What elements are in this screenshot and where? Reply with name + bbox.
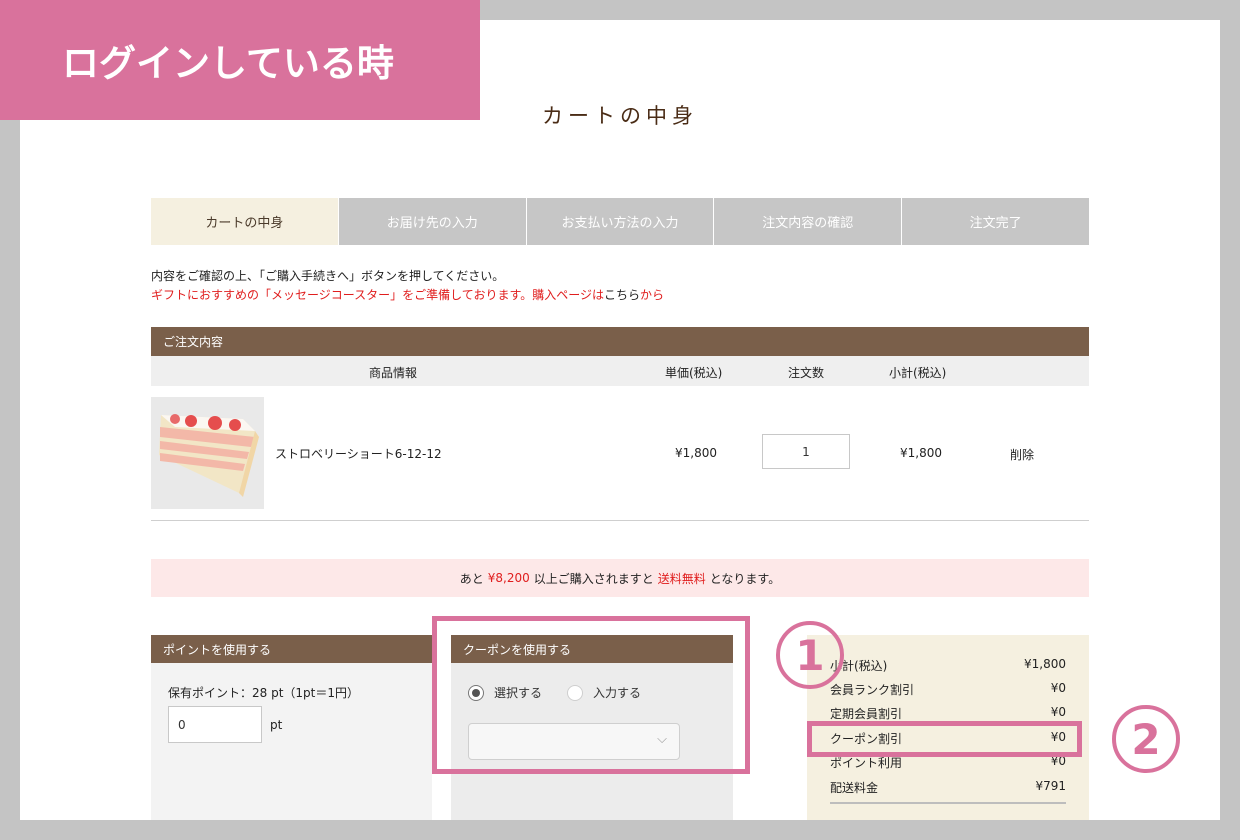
gift-notice: ギフトにおすすめの「メッセージコースター」をご準備しております。購入ページはこち… — [151, 286, 664, 305]
summary-row-subscription-discount: 定期会員割引 ¥0 — [830, 705, 1066, 722]
order-section-header: ご注文内容 — [151, 327, 1089, 356]
product-name[interactable]: ストロベリーショート6-12-12 — [275, 445, 442, 462]
cake-icon — [151, 397, 264, 509]
notice-suffix: となります。 — [709, 571, 781, 586]
coupon-highlight-frame — [432, 616, 750, 774]
points-header: ポイントを使用する — [151, 635, 432, 663]
step-cart: カートの中身 — [151, 198, 338, 245]
quantity-input[interactable] — [762, 434, 850, 469]
login-state-banner: ログインしている時 — [0, 0, 480, 120]
summary-row-shipping: 配送料金 ¥791 — [830, 779, 1066, 796]
col-product: 商品情報 — [369, 366, 418, 380]
gift-notice-text: ギフトにおすすめの「メッセージコースター」をご準備しております。購入ページは — [151, 288, 605, 302]
notice-prefix: あと — [459, 571, 484, 586]
summary-row-rank-discount: 会員ランク割引 ¥0 — [830, 681, 1066, 698]
summary-value: ¥0 — [1050, 705, 1066, 719]
product-image[interactable] — [151, 397, 264, 509]
free-shipping-notice: あと ¥8,200 以上ご購入されますと 送料無料 となります。 — [151, 559, 1089, 597]
summary-divider — [830, 802, 1066, 804]
step-order-complete: 注文完了 — [901, 198, 1089, 245]
col-unit-price: 単価(税込) — [665, 366, 723, 380]
points-unit: pt — [270, 718, 283, 732]
cart-page: カートの中身 カートの中身 お届け先の入力 お支払い方法の入力 注文内容の確認 … — [20, 20, 1220, 820]
order-table-header: 商品情報 単価(税込) 注文数 小計(税込) — [151, 356, 1089, 386]
step-shipping-address: お届け先の入力 — [337, 198, 526, 245]
checkout-steps: カートの中身 お届け先の入力 お支払い方法の入力 注文内容の確認 注文完了 — [151, 198, 1089, 245]
product-subtotal: ¥1,800 — [900, 446, 942, 460]
summary-value: ¥1,800 — [1024, 657, 1066, 671]
callout-number-2: 2 — [1112, 705, 1180, 773]
product-unit-price: ¥1,800 — [675, 446, 717, 460]
coupon-discount-highlight-frame — [807, 721, 1082, 757]
col-subtotal: 小計(税込) — [889, 366, 947, 380]
gift-page-link[interactable]: こちら — [604, 288, 640, 302]
step-order-confirm: 注文内容の確認 — [713, 198, 902, 245]
summary-label: 定期会員割引 — [830, 707, 903, 721]
summary-label: 会員ランク割引 — [830, 683, 915, 697]
gift-notice-suffix: から — [640, 288, 665, 302]
summary-value: ¥0 — [1050, 681, 1066, 695]
points-input[interactable] — [168, 706, 262, 743]
notice-free-shipping: 送料無料 — [657, 571, 706, 586]
delete-item-link[interactable]: 削除 — [1010, 446, 1034, 463]
row-divider — [151, 520, 1089, 521]
callout-number-1: 1 — [776, 621, 844, 689]
step-payment-method: お支払い方法の入力 — [525, 198, 714, 245]
col-quantity: 注文数 — [788, 366, 825, 380]
summary-row-subtotal: 小計(税込) ¥1,800 — [830, 657, 1066, 674]
instructions: 内容をご確認の上、「ご購入手続きへ」ボタンを押してください。 ギフトにおすすめの… — [151, 267, 664, 305]
instruction-text: 内容をご確認の上、「ご購入手続きへ」ボタンを押してください。 — [151, 269, 505, 283]
summary-label: 配送料金 — [830, 781, 879, 795]
notice-amount: ¥8,200 — [487, 571, 530, 585]
summary-value: ¥791 — [1035, 779, 1066, 793]
notice-middle: 以上ご購入されますと — [533, 571, 654, 586]
held-points-label: 保有ポイント：28 pt（1pt＝1円） — [168, 686, 359, 700]
